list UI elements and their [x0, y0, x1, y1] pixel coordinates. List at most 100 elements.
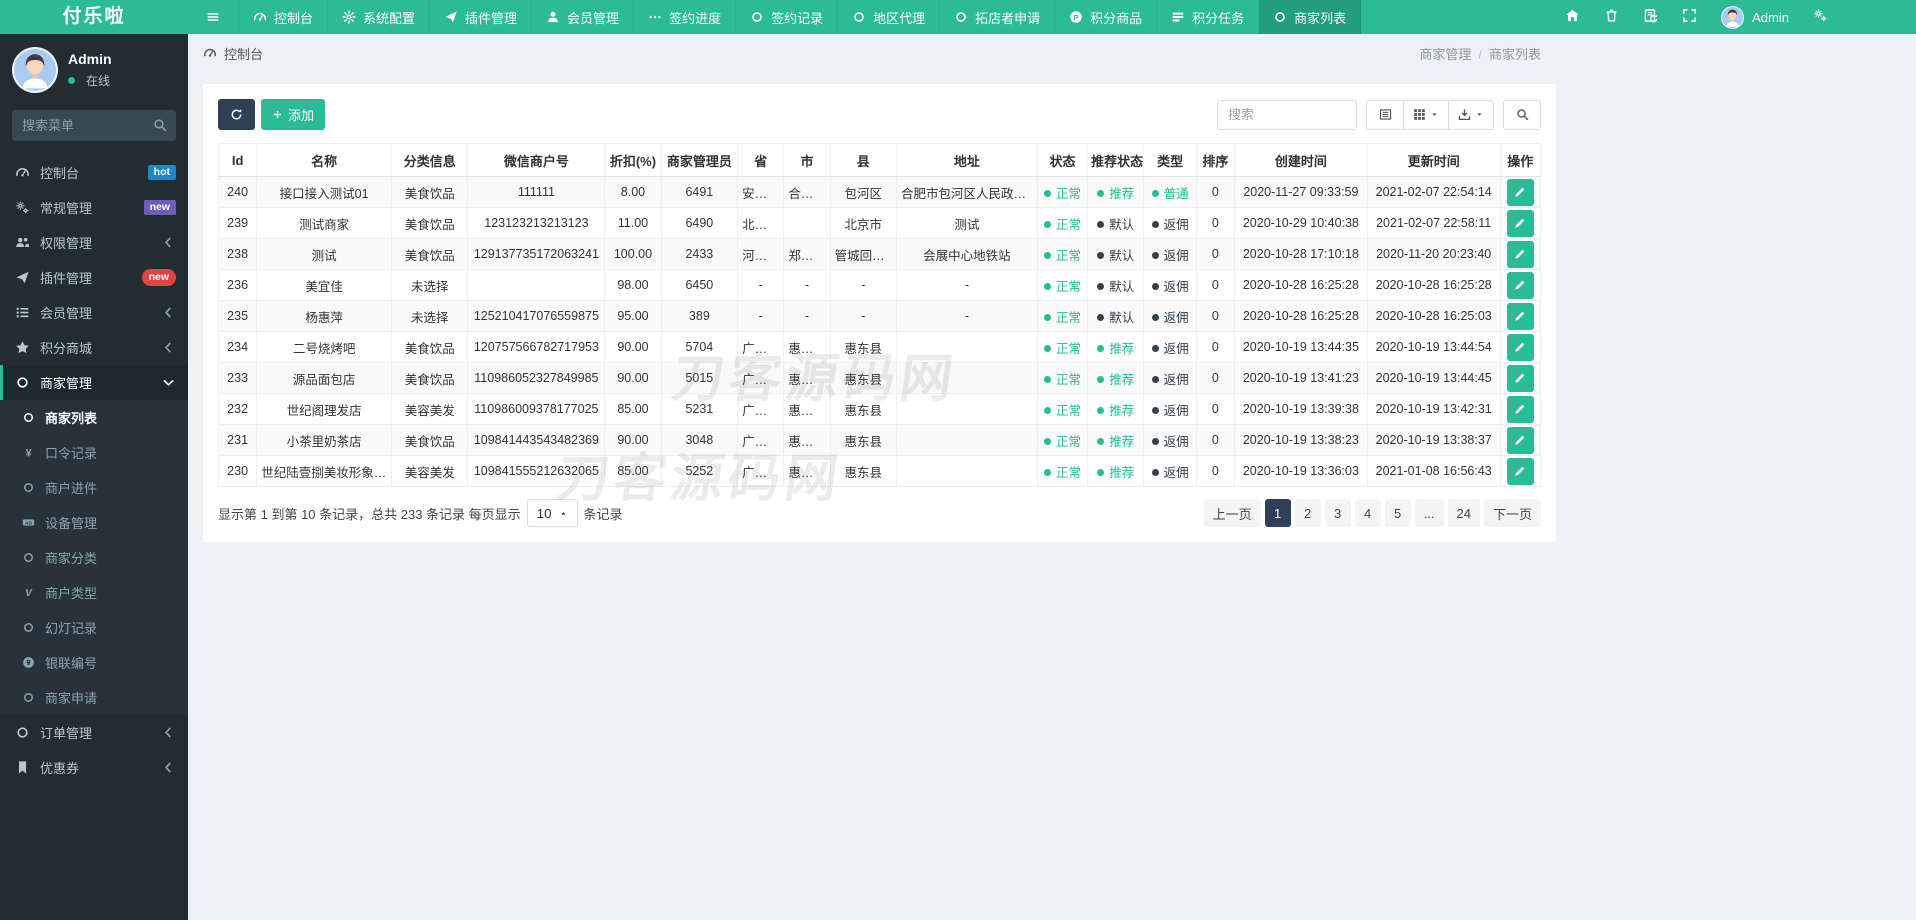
edit-button[interactable]: [1506, 426, 1534, 454]
pencil-icon: [1515, 187, 1525, 197]
toolbar-right: [1217, 99, 1541, 130]
pagination-page-24[interactable]: 24: [1447, 499, 1480, 527]
recommend-badge: 默认: [1087, 207, 1145, 239]
sidebar-item-会员管理[interactable]: 会员管理: [0, 295, 188, 330]
sidebar-toggle-button[interactable]: [188, 0, 239, 34]
wipe-cache-button[interactable]: [1643, 8, 1658, 26]
topnav-tab-1[interactable]: 系统配置: [328, 0, 431, 34]
sidebar-subitem-商家分类[interactable]: 商家分类: [0, 540, 188, 575]
pagination-next[interactable]: 下一页: [1483, 499, 1541, 527]
sidebar-item-控制台[interactable]: 控制台 hot: [0, 155, 188, 190]
pcircle-icon: P: [1070, 11, 1082, 23]
status-badge: 正常: [1036, 176, 1089, 208]
pagination-prev[interactable]: 上一页: [1203, 499, 1261, 527]
edit-button[interactable]: [1506, 271, 1534, 299]
sidebar-subitem-商家列表[interactable]: 商家列表: [0, 400, 188, 435]
topnav-tab-5[interactable]: 签约记录: [736, 0, 839, 34]
pagination-page-5[interactable]: 5: [1384, 499, 1411, 527]
recommend-badge: 推荐: [1087, 393, 1145, 425]
add-button[interactable]: 添加: [261, 99, 326, 130]
topnav-tab-2[interactable]: 插件管理: [430, 0, 533, 34]
user-menu[interactable]: Admin: [1721, 5, 1789, 29]
sidebar-subitem-商户进件[interactable]: 商户进件: [0, 470, 188, 505]
sidebar: Admin 在线 控制台hot常规管理new权限管理插件管理new会员管理积分商…: [0, 34, 188, 920]
sidebar-item-插件管理[interactable]: 插件管理 new: [0, 260, 188, 295]
chevron-left-icon: [164, 727, 171, 738]
search-button[interactable]: [1503, 99, 1541, 130]
table-view-buttons: [1366, 99, 1494, 130]
pagination-page-2[interactable]: 2: [1294, 499, 1321, 527]
detail-view-button[interactable]: [1366, 99, 1404, 130]
hamburger-icon: [207, 13, 219, 21]
pagination-page-4[interactable]: 4: [1354, 499, 1381, 527]
trash-button[interactable]: [1604, 8, 1619, 26]
yen-icon: ¥: [25, 447, 32, 459]
topnav-tab-4[interactable]: 签约进度: [634, 0, 737, 34]
pagination-ellipsis[interactable]: ...: [1414, 499, 1444, 527]
edit-button[interactable]: [1506, 240, 1534, 268]
edit-button[interactable]: [1506, 302, 1534, 330]
sidebar-search: [12, 110, 176, 141]
tachometer-icon: [254, 12, 266, 21]
table-row: 232 世纪阁理发店 美容美发 110986009378177025 85.00 5231…: [217, 393, 1542, 425]
fullscreen-button[interactable]: [1682, 8, 1697, 26]
chevron-left-icon: [164, 237, 171, 248]
table-search-input[interactable]: [1217, 99, 1357, 130]
chevron-left-icon: [164, 307, 171, 318]
sidebar-item-权限管理[interactable]: 权限管理: [0, 225, 188, 260]
sidebar-subitem-商家申请[interactable]: 商家申请: [0, 680, 188, 715]
breadcrumb-item[interactable]: 商家管理: [1419, 47, 1471, 62]
refresh-button[interactable]: [218, 99, 255, 130]
users-icon: [16, 237, 29, 247]
sidebar-item-订单管理[interactable]: 订单管理: [0, 715, 188, 750]
topnav-tab-9[interactable]: 积分任务: [1157, 0, 1260, 34]
table-row: 236 美宜佳 未选择 98.00 6450- - - - 正常 默认 返佣 0 2020-10-28 …: [217, 269, 1542, 301]
sidebar-item-积分商城[interactable]: 积分商城: [0, 330, 188, 365]
sidebar-subitem-幻灯记录[interactable]: 幻灯记录: [0, 610, 188, 645]
circle-icon: [24, 483, 33, 492]
sidebar-search-input[interactable]: [12, 110, 176, 141]
topnav-tab-8[interactable]: P 积分商品: [1055, 0, 1158, 34]
sidebar-subitem-设备管理[interactable]: AD 设备管理: [0, 505, 188, 540]
topnav-tab-0[interactable]: 控制台: [239, 0, 329, 34]
recommend-badge: 推荐: [1087, 362, 1145, 394]
sidebar-item-优惠券[interactable]: 优惠券: [0, 750, 188, 785]
page-size-dropdown[interactable]: 10: [526, 499, 578, 527]
user-name: Admin: [1752, 9, 1789, 25]
svg-text:AD: AD: [25, 520, 33, 526]
table-row: 239 测试商家 美食饮品 123123213213123 11.00 6490 北京市 北京…: [217, 207, 1542, 239]
type-badge: 普通: [1143, 176, 1197, 208]
sidebar-item-常规管理[interactable]: 常规管理 new: [0, 190, 188, 225]
topnav-tab-7[interactable]: 拓店者申请: [940, 0, 1056, 34]
sidebar-subitem-商户类型[interactable]: V 商户类型: [0, 575, 188, 610]
sidebar-item-商家管理[interactable]: 商家管理: [0, 365, 188, 400]
table-row: 231 小茶里奶茶店 美食饮品 109841443543482369 90.00 3048…: [217, 424, 1542, 456]
topnav-tab-3[interactable]: 会员管理: [532, 0, 635, 34]
edit-button[interactable]: [1506, 333, 1534, 361]
table-row: 238 测试 美食饮品 129137735172063241 100.00 2433 河南省…: [217, 238, 1542, 270]
edit-button[interactable]: [1506, 457, 1534, 485]
detail-view-icon: [1379, 109, 1391, 120]
paperplane-icon: [445, 11, 457, 23]
sidebar-subitem-银联编号[interactable]: 银联编号: [0, 645, 188, 680]
home-button[interactable]: [1565, 8, 1580, 26]
topnav-tabs: 控制台 系统配置 插件管理 会员管理 签约进度 签约记录 地区代理 拓店者申请 P 积分商品 积分任…: [188, 0, 1362, 34]
pagination-page-3[interactable]: 3: [1324, 499, 1351, 527]
settings-button[interactable]: [1813, 8, 1828, 26]
edit-button[interactable]: [1506, 178, 1534, 206]
pagination-page-1[interactable]: 1: [1264, 499, 1291, 527]
sidebar-subitem-口令记录[interactable]: ¥ 口令记录: [0, 435, 188, 470]
breadcrumb-item[interactable]: 商家列表: [1489, 47, 1541, 62]
columns-button[interactable]: [1404, 99, 1449, 130]
topnav-tab-10[interactable]: 商家列表: [1259, 0, 1362, 34]
edit-button[interactable]: [1506, 209, 1534, 237]
column-header: 市: [783, 143, 831, 177]
export-button[interactable]: [1449, 99, 1494, 130]
pagination-summary: 显示第 1 到第 10 条记录，总共 233 条记录 每页显示 10 条记录: [218, 499, 623, 527]
edit-button[interactable]: [1506, 395, 1534, 423]
sidebar-user-name: Admin: [68, 51, 112, 67]
pagination-bar: 显示第 1 到第 10 条记录，总共 233 条记录 每页显示 10 条记录 上…: [218, 499, 1541, 527]
edit-button[interactable]: [1506, 364, 1534, 392]
topnav-tab-6[interactable]: 地区代理: [838, 0, 941, 34]
type-badge: 返佣: [1143, 300, 1197, 332]
